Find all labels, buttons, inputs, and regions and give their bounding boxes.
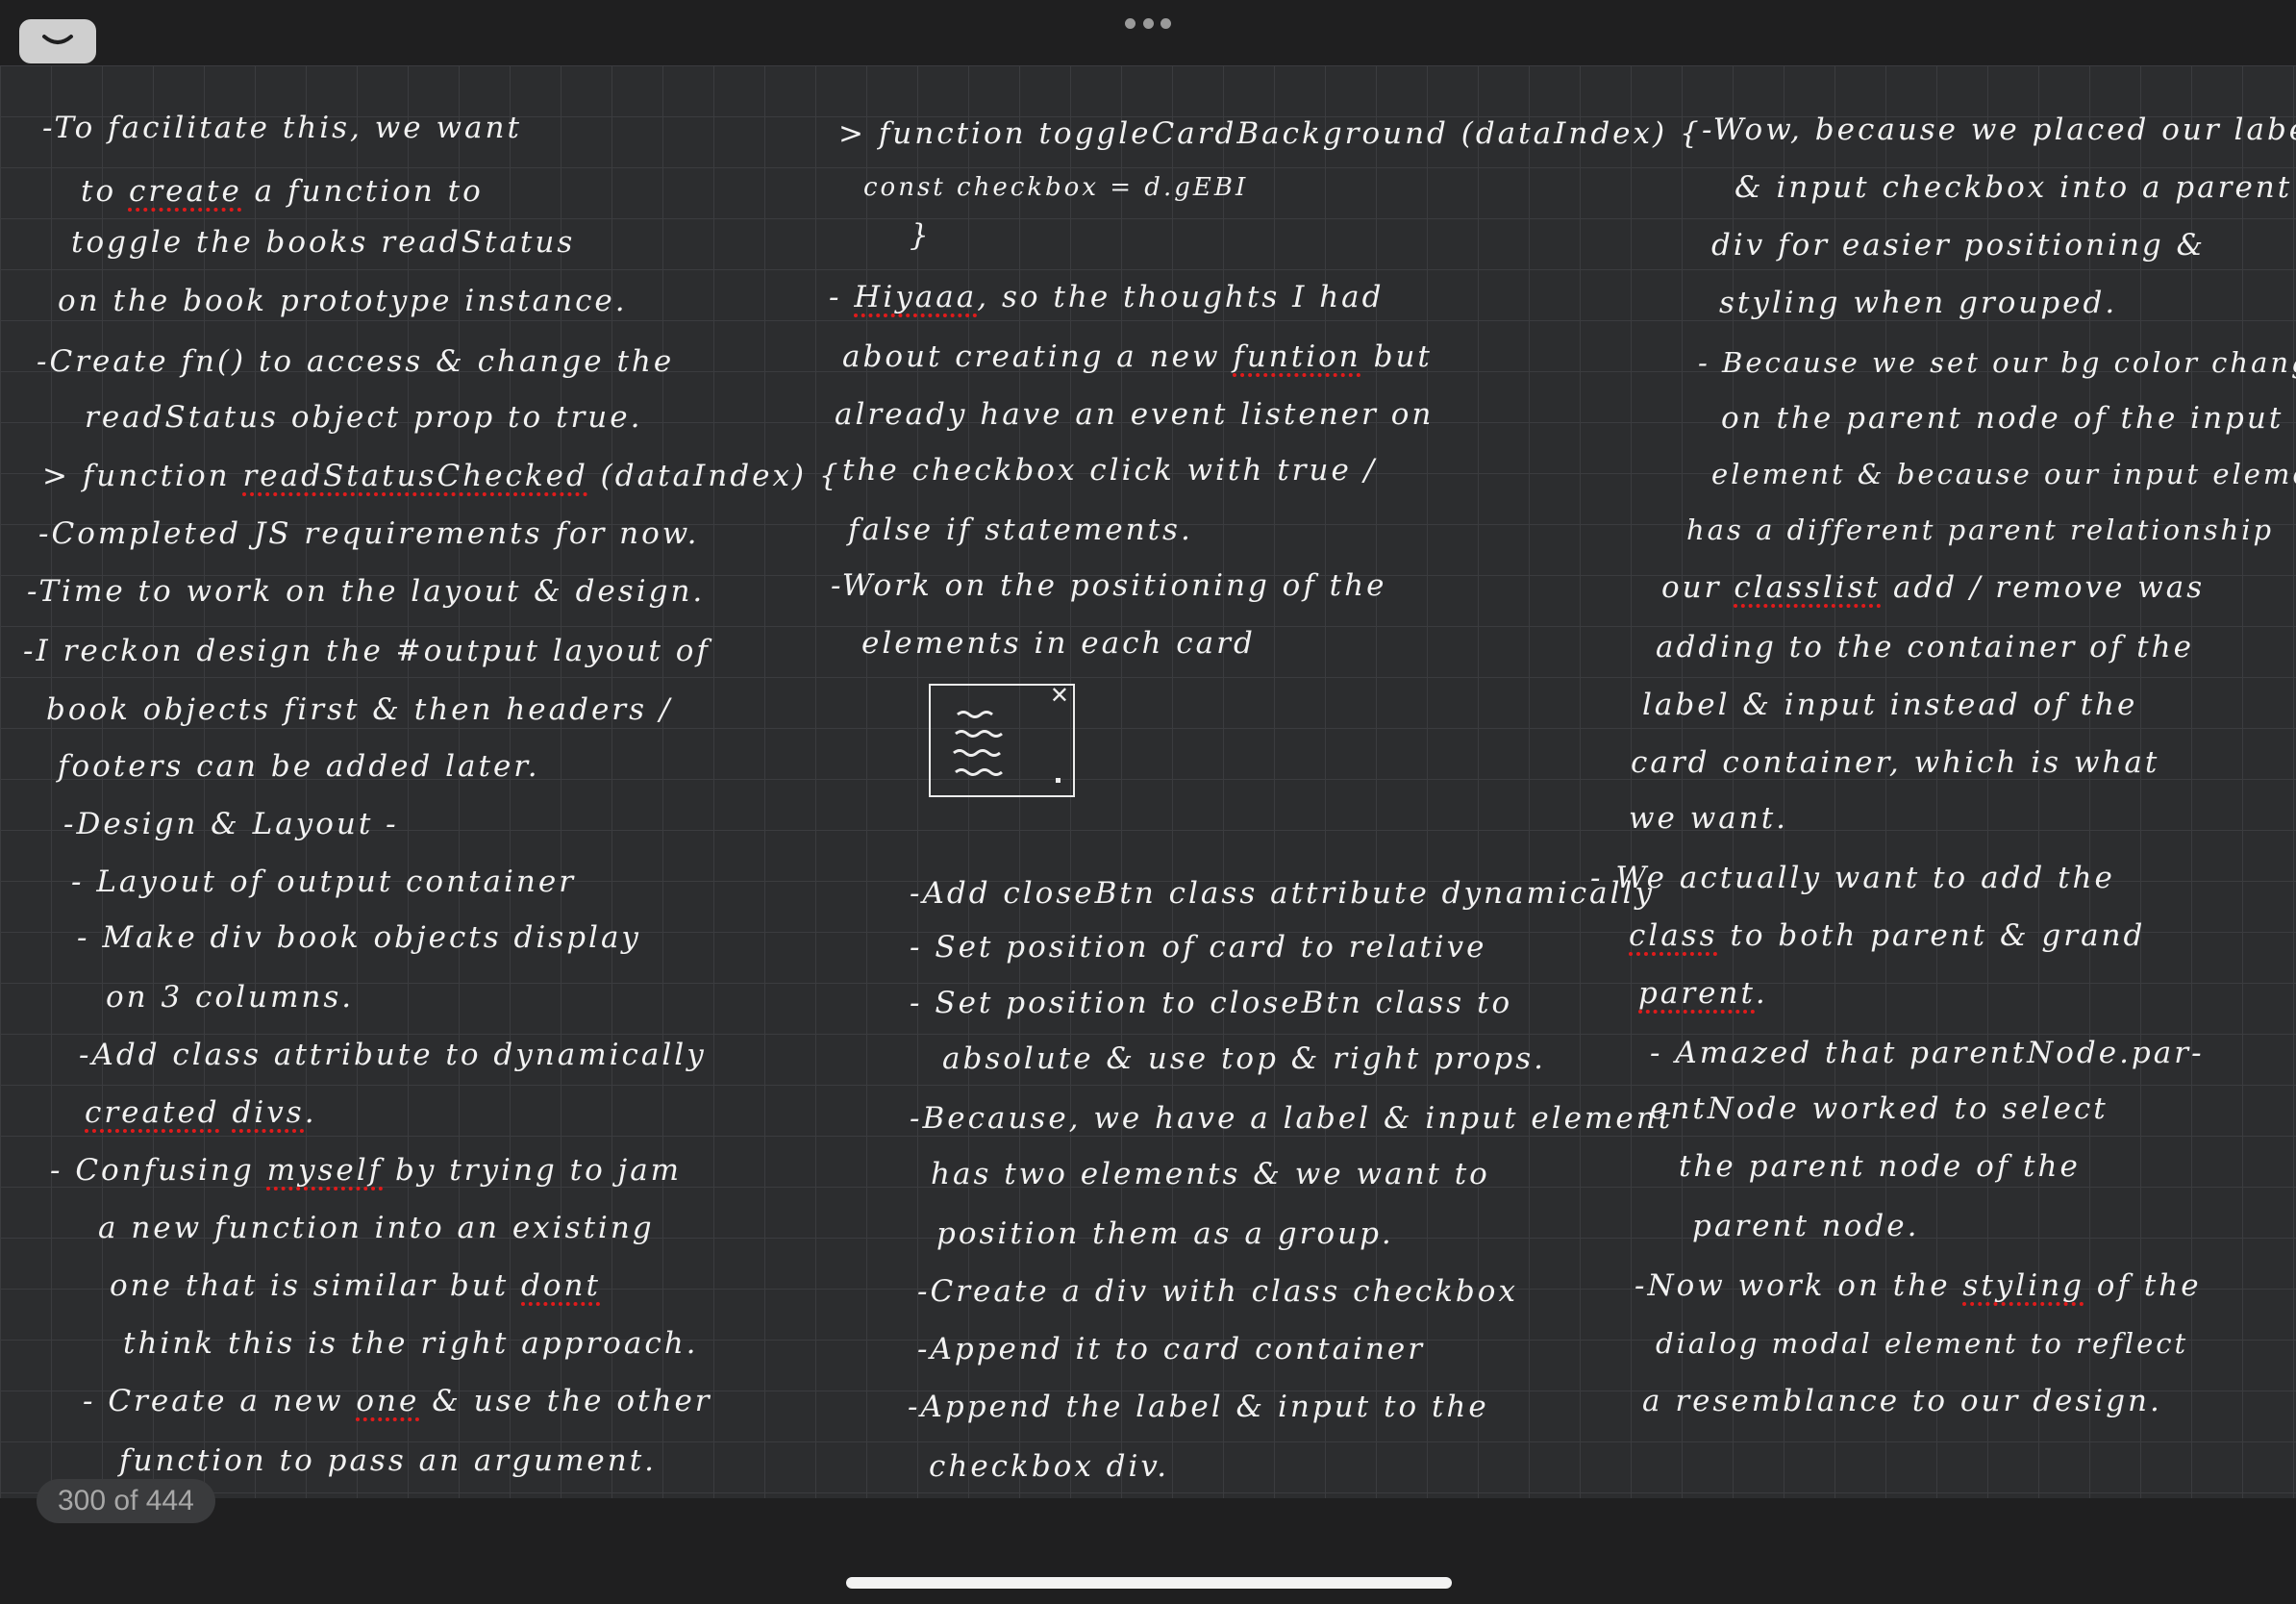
note-line: -Create a div with class checkbox [917, 1274, 1518, 1309]
note-line: - Because we set our bg color change [1698, 346, 2296, 379]
note-line: - Make div book objects display [77, 920, 641, 955]
misspelled-word[interactable]: dont [521, 1268, 601, 1303]
note-line: - Confusing myself by trying to jam [50, 1153, 683, 1188]
note-line: & input checkbox into a parent [1734, 170, 2293, 205]
collapse-toolbar-button[interactable] [19, 19, 96, 63]
note-line: -Work on the positioning of the [831, 568, 1387, 603]
note-line: div for easier positioning & [1711, 228, 2207, 263]
close-icon: ✕ [1049, 682, 1069, 709]
note-line: absolute & use top & right props. [942, 1041, 1547, 1076]
note-line: entNode worked to select [1650, 1091, 2109, 1126]
note-line: our classlist add / remove was [1661, 570, 2206, 605]
note-line: -Create fn() to access & change the [37, 344, 675, 379]
misspelled-word[interactable]: one [356, 1384, 419, 1418]
note-line: -Wow, because we placed our label [1702, 113, 2296, 147]
note-line: - We actually want to add the [1590, 861, 2115, 895]
note-line: already have an event listener on [835, 397, 1435, 432]
note-line: on the book prototype instance. [58, 284, 628, 318]
note-line: created divs. [85, 1095, 317, 1130]
note-line: dialog modal element to reflect [1656, 1327, 2189, 1360]
note-line: about creating a new funtion but [842, 339, 1433, 374]
misspelled-word[interactable]: classlist [1734, 570, 1881, 605]
note-line: > function toggleCardBackground (dataInd… [838, 116, 1702, 151]
misspelled-word[interactable]: funtion [1233, 339, 1360, 374]
note-line: label & input instead of the [1642, 688, 2138, 722]
note-line: card container, which is what [1631, 745, 2160, 780]
note-line: -Add class attribute to dynamically [79, 1038, 707, 1072]
note-line: book objects first & then headers / [46, 692, 673, 727]
note-line: has a different parent relationship [1686, 514, 2275, 546]
note-line: toggle the books readStatus [71, 225, 576, 260]
note-line: element & because our input element [1711, 458, 2296, 490]
note-line: styling when grouped. [1719, 286, 2118, 320]
note-line: -Time to work on the layout & design. [27, 574, 706, 609]
note-line: the parent node of the [1679, 1149, 2081, 1184]
note-line: has two elements & we want to [931, 1157, 1490, 1191]
page-counter: 300 of 444 [37, 1479, 215, 1523]
note-line: elements in each card [861, 626, 1256, 661]
note-line: > function readStatusChecked (dataIndex)… [42, 459, 841, 493]
note-line: } [910, 218, 932, 253]
note-line: -To facilitate this, we want [42, 111, 522, 145]
note-line: footers can be added later. [58, 749, 540, 784]
note-line: false if statements. [848, 513, 1193, 547]
note-line: -Design & Layout - [63, 807, 399, 841]
note-line: one that is similar but dont [110, 1268, 601, 1303]
note-line: parent node. [1692, 1209, 1920, 1243]
note-line: - Create a new one & use the other [83, 1384, 712, 1418]
note-line: - Set position of card to relative [910, 930, 1487, 965]
note-line: -Add closeBtn class attribute dynamicall… [910, 876, 1655, 911]
note-line: -Because, we have a label & input elemen… [910, 1101, 1674, 1136]
misspelled-word[interactable]: readStatusChecked [242, 459, 587, 493]
note-line: - Amazed that parentNode.par- [1650, 1036, 2205, 1070]
note-line: -Append the label & input to the [908, 1390, 1489, 1424]
misspelled-word[interactable]: myself [267, 1153, 384, 1188]
notebook-page[interactable]: -To facilitate this, we want to create a… [0, 65, 2296, 1498]
note-line: - Set position to closeBtn class to [910, 986, 1513, 1020]
top-toolbar [0, 0, 2296, 65]
note-line: on the parent node of the input [1721, 401, 2284, 436]
home-indicator[interactable] [846, 1577, 1452, 1589]
note-line: on 3 columns. [106, 980, 355, 1015]
note-line: - Layout of output container [71, 865, 577, 899]
note-line: class to both parent & grand [1629, 918, 2146, 953]
note-line: function to pass an argument. [119, 1443, 658, 1478]
ellipsis-icon[interactable] [1125, 15, 1171, 31]
chevron-down-icon [42, 35, 73, 44]
note-line: we want. [1629, 801, 1789, 836]
note-line: parent. [1638, 976, 1768, 1011]
misspelled-word[interactable]: create [129, 174, 242, 209]
note-line: -Now work on the styling of the [1635, 1268, 2202, 1303]
note-line: -I reckon design the #output layout of [23, 634, 711, 668]
note-line: a resemblance to our design. [1642, 1384, 2162, 1418]
misspelled-word[interactable]: parent [1638, 976, 1756, 1011]
misspelled-word[interactable]: Hiyaaa [854, 280, 977, 314]
note-line: const checkbox = d.gEBI [863, 173, 1249, 202]
note-line: - Hiyaaa, so the thoughts I had [829, 280, 1385, 314]
note-line: readStatus object prop to true. [85, 400, 643, 435]
note-line: position them as a group. [936, 1216, 1394, 1251]
misspelled-word[interactable]: divs [233, 1095, 305, 1130]
note-line: adding to the container of the [1656, 630, 2194, 664]
note-line: to create a function to [81, 174, 484, 209]
note-line: the checkbox click with true / [842, 453, 1378, 488]
note-line: checkbox div. [929, 1449, 1170, 1484]
note-line: -Completed JS requirements for now. [38, 516, 700, 551]
misspelled-word[interactable]: created [85, 1095, 220, 1130]
misspelled-word[interactable]: class [1629, 918, 1718, 953]
note-line: -Append it to card container [917, 1332, 1426, 1366]
misspelled-word[interactable]: styling [1962, 1268, 2084, 1303]
note-line: a new function into an existing [98, 1211, 655, 1245]
card-sketch-icon: ✕ [929, 682, 1075, 797]
note-line: think this is the right approach. [123, 1326, 699, 1361]
